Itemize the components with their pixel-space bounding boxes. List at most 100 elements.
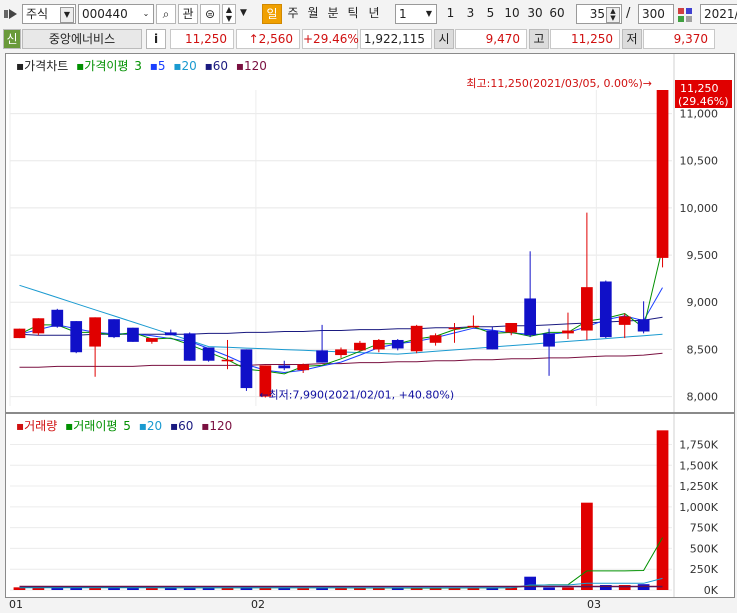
search-button[interactable]: ⌕ (156, 4, 176, 24)
price-axis-label: 8,500 (687, 343, 719, 356)
last-price-pct: (29.46%) (678, 95, 729, 108)
legend-vol-ma120: ▪120 (201, 419, 233, 433)
legend-ma120: ▪120 (235, 59, 267, 73)
open-label: 시 (434, 29, 454, 49)
unit-1-button[interactable]: 1 (441, 4, 460, 24)
candle-body (70, 321, 83, 353)
legend-ma5: ▪5 (149, 59, 166, 73)
candle-body (562, 330, 574, 334)
candle-body (505, 322, 518, 333)
candle-body (391, 339, 404, 349)
tab-week[interactable]: 주 (283, 4, 303, 24)
info-button[interactable]: i (146, 29, 166, 49)
candle-body (316, 350, 328, 363)
market-select[interactable]: 주식 ▼ (22, 4, 76, 24)
spin-button[interactable]: ▲ ▼ (222, 4, 236, 24)
volume-axis-label: 250K (690, 563, 719, 576)
volume-axis-label: 500K (690, 542, 719, 555)
candle-body (618, 316, 631, 325)
stock-code-input[interactable]: 000440 ⌄ (78, 4, 154, 24)
interest-button[interactable]: 관 (178, 4, 198, 24)
volume-bar (524, 576, 537, 590)
low-annotation: ←최저:7,990(2021/02/01, +40.80%) (259, 389, 454, 402)
chevron-down-icon: ⌄ (142, 9, 150, 18)
candle-body (183, 333, 196, 361)
volume-legend: ▪거래량 ▪거래이평 5 ▪20 ▪60 ▪120 (16, 417, 236, 434)
volume-bar (599, 585, 612, 590)
candle-body (202, 347, 215, 361)
change-percent: +29.46% (302, 29, 359, 49)
tab-day[interactable]: 일 (262, 4, 282, 24)
low-label: 저 (622, 29, 642, 49)
unit-3-button[interactable]: 3 (461, 4, 480, 24)
high-label: 고 (529, 29, 549, 49)
toolbar: 주식 ▼ 000440 ⌄ ⌕ 관 ⊜ ▲ ▼ ▼ 일 주 월 분 틱 년 1 ▼… (0, 0, 737, 28)
price-axis-label: 10,500 (680, 155, 719, 168)
vol-ma5-line (19, 537, 663, 589)
tab-month[interactable]: 월 (303, 4, 323, 24)
menu-arrow-icon[interactable] (3, 6, 19, 22)
volume-axis-label: 750K (690, 522, 719, 535)
volume-chart[interactable]: 1,750K 1,500K 1,250K 1,000K 750K 500K 250K 0K (6, 414, 734, 597)
candle-body (372, 339, 385, 350)
price-legend: ▪가격차트 ▪가격이평 3 ▪5 ▪20 ▪60 ▪120 (16, 57, 271, 74)
trade-volume: 1,922,115 (360, 29, 432, 49)
candle-body (429, 335, 442, 343)
volume-bar (543, 587, 555, 590)
date-input[interactable]: 2021/0 (700, 4, 737, 24)
candle-body (335, 349, 347, 356)
unit-60-button[interactable]: 60 (546, 4, 568, 24)
price-axis-label: 11,000 (680, 108, 719, 121)
candle-body (637, 319, 650, 332)
legend-ma60: ▪60 (204, 59, 229, 73)
x-tick-jan: 01 (9, 598, 23, 611)
unit-select[interactable]: 1 ▼ (395, 4, 437, 24)
legend-volume: ▪거래량 (16, 419, 58, 433)
candle-body (410, 325, 423, 352)
price-axis-label: 9,000 (687, 296, 719, 309)
price-chart[interactable]: 11,000 10,500 10,000 9,500 9,000 8,500 8,000 최고… (6, 54, 734, 412)
credit-badge: 신 (3, 29, 21, 49)
tab-minute[interactable]: 분 (323, 4, 343, 24)
tab-tick[interactable]: 틱 (343, 4, 363, 24)
candle-body (240, 349, 253, 389)
candle-body (467, 325, 480, 328)
legend-vol-ma60: ▪60 (169, 419, 194, 433)
volume-axis-label: 0K (704, 584, 719, 597)
count-input[interactable]: 35 ▲ ▼ (576, 4, 622, 24)
volume-bar (618, 585, 631, 590)
unit-30-button[interactable]: 30 (524, 4, 546, 24)
candle-body (221, 359, 234, 362)
price-change: ↑2,560 (236, 29, 300, 49)
price-chart-panel[interactable]: 11,000 10,500 10,000 9,500 9,000 8,500 8,000 최고… (5, 53, 735, 413)
grid-icon[interactable] (676, 6, 694, 24)
candle-body (599, 281, 612, 338)
x-tick-mar: 03 (587, 598, 601, 611)
chevron-down-icon: ▼ (425, 9, 433, 18)
tab-year[interactable]: 년 (364, 4, 384, 24)
current-price: 11,250 (170, 29, 234, 49)
low-price: 9,370 (643, 29, 715, 49)
caret-icon[interactable]: ▼ (240, 8, 247, 18)
high-price: 11,250 (550, 29, 620, 49)
candle-body (354, 342, 366, 351)
volume-bar (278, 588, 291, 590)
candle-body (164, 332, 177, 336)
total-input[interactable]: 300 (638, 4, 674, 24)
volume-chart-panel[interactable]: 1,750K 1,500K 1,250K 1,000K 750K 500K 250K 0K ▪… (5, 413, 735, 598)
price-axis-label: 9,500 (687, 249, 719, 262)
sync-button[interactable]: ⊜ (200, 4, 220, 24)
spin-icon[interactable]: ▲ ▼ (606, 7, 620, 23)
open-price: 9,470 (455, 29, 527, 49)
last-price-label: 11,250 (680, 82, 719, 95)
candle-body (145, 338, 158, 342)
volume-bar (562, 587, 574, 590)
unit-5-button[interactable]: 5 (481, 4, 500, 24)
volume-bar (656, 430, 669, 590)
stock-name[interactable]: 중앙에너비스 (22, 29, 142, 49)
search-icon: ⌕ (162, 7, 170, 21)
candle-body (297, 364, 310, 371)
volume-axis-label: 1,500K (679, 459, 718, 472)
unit-10-button[interactable]: 10 (501, 4, 523, 24)
volume-bar (297, 588, 310, 590)
